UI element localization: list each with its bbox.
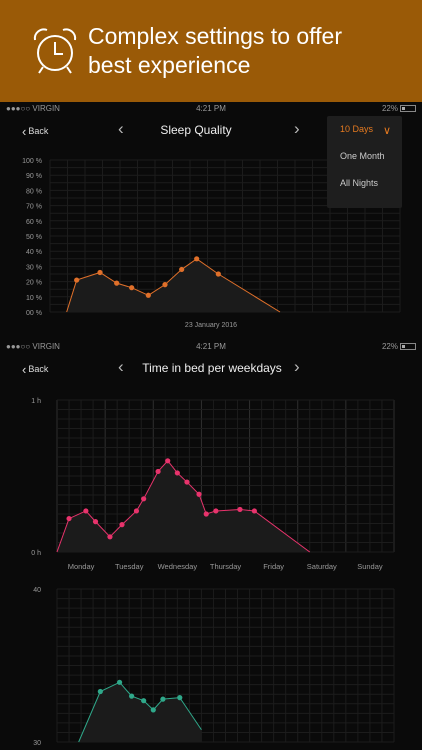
y-tick-label: 40 % bbox=[26, 249, 42, 256]
data-point bbox=[66, 515, 72, 522]
y-tick-label: 60 % bbox=[26, 219, 42, 226]
back-button[interactable]: ‹ Back bbox=[22, 362, 48, 377]
x-tick-label: Tuesday bbox=[115, 562, 144, 571]
x-tick-label: Thursday bbox=[210, 562, 242, 571]
data-point bbox=[114, 280, 120, 286]
status-time: 4:21 PM bbox=[196, 342, 226, 351]
data-point bbox=[215, 271, 221, 277]
y-tick-label: 80 % bbox=[26, 188, 42, 195]
y-tick-label: 100 % bbox=[22, 158, 42, 165]
data-point bbox=[74, 277, 80, 283]
sleep-quality-screen: ●●●○○ VIRGIN 4:21 PM 22% ‹ Back ‹ Sleep Q… bbox=[0, 102, 422, 340]
x-tick-label: Friday bbox=[263, 562, 284, 571]
x-tick-label: Saturday bbox=[307, 562, 337, 571]
data-point bbox=[237, 506, 243, 513]
next-arrow-button[interactable]: › bbox=[294, 119, 300, 139]
battery-icon bbox=[400, 105, 416, 112]
back-button[interactable]: ‹ Back bbox=[22, 124, 48, 139]
series-area bbox=[57, 460, 310, 552]
data-point bbox=[83, 508, 89, 514]
chevron-down-icon[interactable]: ∨ bbox=[383, 124, 391, 137]
banner-line-2: best experience bbox=[88, 52, 251, 78]
data-point bbox=[177, 695, 183, 701]
data-point bbox=[141, 698, 147, 704]
y-tick-label: 1 h bbox=[31, 398, 41, 405]
data-point bbox=[141, 496, 147, 502]
dropdown-selected[interactable]: 10 Days bbox=[340, 124, 373, 134]
x-tick-label: Sunday bbox=[357, 562, 383, 571]
data-point bbox=[129, 285, 135, 291]
y-tick-label: 10 % bbox=[26, 295, 42, 302]
data-point bbox=[133, 508, 140, 514]
banner-line-1: Complex settings to offer bbox=[88, 23, 342, 49]
back-label: Back bbox=[28, 364, 49, 374]
data-point bbox=[97, 688, 103, 695]
status-time: 4:21 PM bbox=[196, 104, 226, 113]
data-point bbox=[97, 269, 103, 276]
series-area bbox=[78, 682, 202, 742]
dropdown-option-one-month[interactable]: One Month bbox=[340, 151, 385, 161]
y-tick-label: 40 bbox=[33, 587, 41, 594]
x-axis-label: 23 January 2016 bbox=[185, 322, 237, 329]
alarm-clock-icon bbox=[33, 28, 77, 74]
y-tick-label: 90 % bbox=[26, 173, 42, 180]
secondary-chart: 40 30 bbox=[33, 587, 395, 747]
data-point bbox=[203, 511, 209, 517]
data-point bbox=[213, 508, 219, 514]
data-point bbox=[129, 693, 135, 699]
data-point bbox=[150, 707, 156, 713]
y-tick-label: 20 % bbox=[26, 280, 42, 287]
page-title: Sleep Quality bbox=[160, 123, 232, 137]
back-label: Back bbox=[28, 126, 49, 136]
prev-arrow-button[interactable]: ‹ bbox=[118, 119, 124, 139]
battery-icon bbox=[400, 343, 416, 350]
y-tick-label: 70 % bbox=[26, 204, 42, 211]
data-point bbox=[165, 458, 171, 464]
data-point bbox=[194, 256, 200, 262]
y-tick-label: 00 % bbox=[26, 310, 42, 317]
status-bar: ●●●○○ VIRGIN 4:21 PM 22% bbox=[0, 340, 422, 354]
data-point bbox=[116, 679, 123, 685]
x-tick-label: Monday bbox=[68, 562, 95, 571]
data-point bbox=[119, 522, 125, 528]
data-point bbox=[174, 470, 180, 476]
status-bar: ●●●○○ VIRGIN 4:21 PM 22% bbox=[0, 102, 422, 116]
range-dropdown[interactable]: 10 Days ∨ One Month All Nights bbox=[327, 116, 402, 208]
y-tick-label: 30 bbox=[33, 740, 41, 747]
y-tick-label: 30 % bbox=[26, 264, 42, 271]
battery-percent: 22% bbox=[381, 342, 398, 351]
battery-indicator: 22% bbox=[382, 104, 416, 113]
data-point bbox=[179, 266, 185, 273]
data-point bbox=[145, 292, 151, 298]
data-point bbox=[162, 282, 168, 288]
y-tick-label: 0 h bbox=[31, 550, 41, 557]
prev-arrow-button[interactable]: ‹ bbox=[118, 357, 124, 377]
next-arrow-button[interactable]: › bbox=[294, 357, 300, 377]
data-point bbox=[92, 519, 99, 525]
dropdown-option-all-nights[interactable]: All Nights bbox=[340, 178, 378, 188]
banner-text: Complex settings to offer best experienc… bbox=[88, 22, 342, 80]
time-in-bed-chart: 1 h 0 h Monday Tuesday Wednesday Thursday Frid… bbox=[31, 398, 395, 571]
battery-indicator: 22% bbox=[382, 342, 416, 351]
battery-percent: 22% bbox=[381, 104, 398, 113]
chevron-left-icon: ‹ bbox=[22, 124, 27, 139]
data-point bbox=[160, 696, 166, 702]
data-point bbox=[155, 468, 161, 475]
data-point bbox=[184, 479, 190, 485]
data-point bbox=[251, 508, 257, 514]
chevron-left-icon: ‹ bbox=[22, 362, 27, 377]
y-tick-label: 50 % bbox=[26, 234, 42, 241]
nav-bar: ‹ Back ‹ Time in bed per weekdays › bbox=[0, 354, 422, 384]
page-title: Time in bed per weekdays bbox=[142, 361, 282, 375]
promo-banner: Complex settings to offer best experienc… bbox=[0, 0, 422, 102]
data-point bbox=[196, 491, 202, 497]
x-tick-label: Wednesday bbox=[158, 562, 198, 571]
time-in-bed-screen: ●●●○○ VIRGIN 4:21 PM 22% ‹ Back ‹ Time in… bbox=[0, 340, 422, 750]
data-point bbox=[107, 534, 113, 540]
